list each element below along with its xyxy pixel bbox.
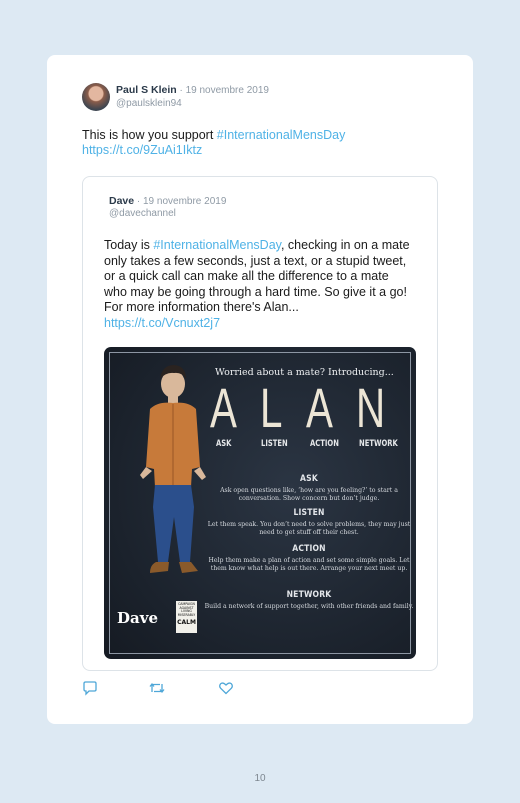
poster-letter: L (260, 376, 283, 439)
hashtag-link[interactable]: #InternationalMensDay (217, 128, 346, 142)
section-title: LISTEN (293, 508, 325, 518)
author-handle[interactable]: @paulsklein94 (116, 98, 182, 109)
tweet-text-prefix: This is how you support (82, 128, 217, 142)
author-name[interactable]: Paul S Klein (116, 84, 177, 96)
poster-acronym: A L A N (210, 376, 400, 439)
section-title: ACTION (292, 544, 326, 554)
calm-badge: CAMPAIGN AGAINST LIVING MISERABLY CALM (176, 601, 197, 633)
poster-word: ASK (216, 439, 232, 449)
quoted-author-name[interactable]: Dave (109, 195, 134, 207)
quoted-tweet[interactable]: Dave · 19 novembre 2019 @davechannel Tod… (82, 176, 438, 671)
retweet-icon[interactable] (149, 680, 165, 696)
poster-letter: A (210, 376, 237, 439)
author-line: Paul S Klein · 19 novembre 2019 (116, 84, 269, 96)
poster-letter: A (306, 376, 333, 439)
poster-word: ACTION (310, 439, 339, 449)
alan-poster-image[interactable]: Worried about a mate? Introducing... A L… (104, 347, 416, 659)
poster-word: NETWORK (359, 439, 398, 449)
tweet-text: This is how you support #InternationalMe… (82, 128, 432, 158)
quoted-text: Today is #InternationalMensDay, checking… (104, 238, 414, 331)
badge-line: MISERABLY (177, 612, 196, 617)
tweet-actions (82, 680, 242, 696)
page-number: 10 (254, 773, 266, 784)
poster-section-ask: ASK Ask open questions like, ‘how are yo… (204, 474, 414, 502)
badge-word: CALM (177, 619, 196, 627)
section-body: Let them speak. You don’t need to solve … (207, 521, 411, 536)
section-body: Ask open questions like, ‘how are you fe… (220, 487, 398, 502)
section-body: Help them make a plan of action and set … (208, 557, 410, 572)
tweet-date[interactable]: · 19 novembre 2019 (177, 85, 269, 96)
quoted-text-prefix: Today is (104, 238, 154, 252)
poster-word: LISTEN (261, 439, 288, 449)
section-body: Build a network of support together, wit… (204, 603, 414, 610)
poster-section-listen: LISTEN Let them speak. You don’t need to… (204, 508, 414, 536)
tweet-header: Paul S Klein · 19 novembre 2019 @paulskl… (82, 83, 442, 113)
poster-section-action: ACTION Help them make a plan of action a… (204, 544, 414, 572)
dave-logo: Dave (117, 609, 158, 627)
reply-icon[interactable] (82, 680, 98, 696)
quoted-hashtag-link[interactable]: #InternationalMensDay (153, 238, 281, 252)
section-title: NETWORK (286, 590, 332, 600)
quoted-handle[interactable]: @davechannel (109, 208, 176, 219)
tweet-url-link[interactable]: https://t.co/9ZuAi1Iktz (82, 143, 202, 157)
heart-icon[interactable] (218, 680, 234, 696)
tweet-card: Paul S Klein · 19 novembre 2019 @paulskl… (47, 55, 473, 724)
poster-acronym-words: ASK LISTEN ACTION NETWORK (216, 439, 406, 451)
poster-letter: N (356, 376, 386, 439)
poster-section-network: NETWORK Build a network of support toget… (204, 590, 414, 611)
quoted-author-line: Dave · 19 novembre 2019 (109, 195, 226, 207)
avatar[interactable] (82, 83, 110, 111)
section-title: ASK (300, 474, 318, 484)
quoted-url-link[interactable]: https://t.co/Vcnuxt2j7 (104, 316, 220, 330)
quoted-date[interactable]: · 19 novembre 2019 (134, 196, 227, 207)
